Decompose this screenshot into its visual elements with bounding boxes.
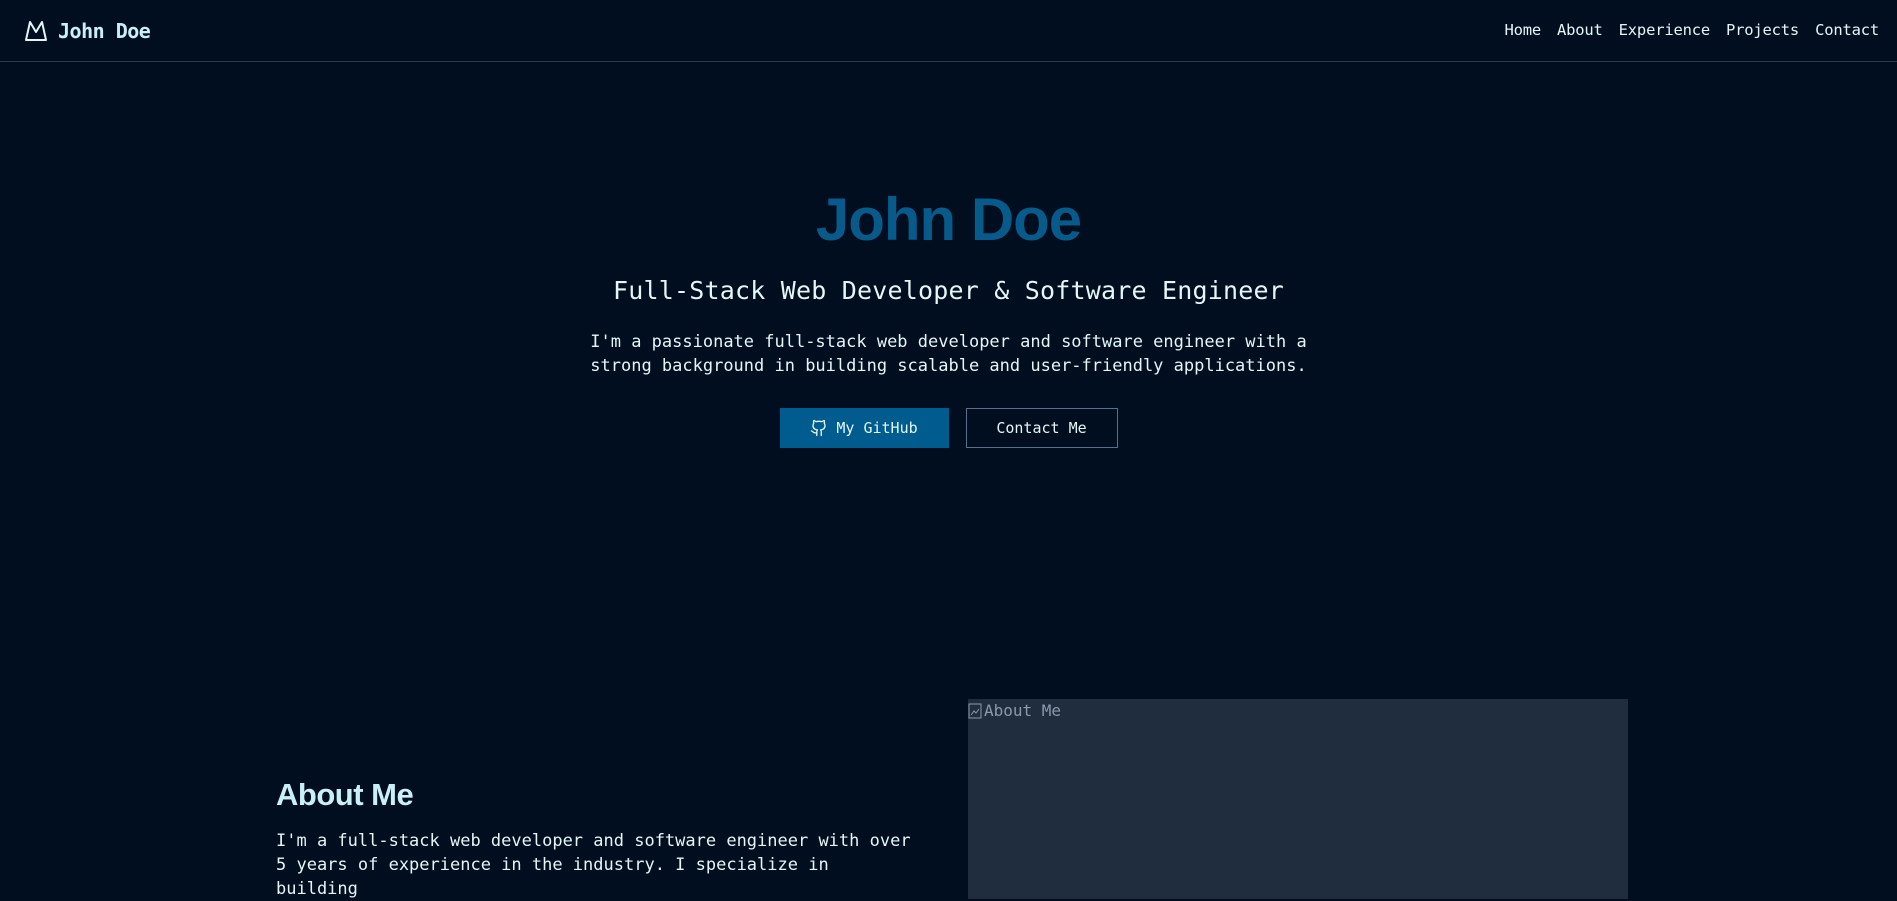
brand-name: John Doe bbox=[58, 19, 151, 43]
about-title: About Me bbox=[276, 777, 414, 812]
github-button-label: My GitHub bbox=[836, 419, 918, 437]
mountain-icon bbox=[25, 21, 47, 41]
github-button[interactable]: My GitHub bbox=[779, 408, 949, 448]
navbar: John Doe Home About Experience Projects … bbox=[0, 0, 1897, 62]
hero-buttons: My GitHub Contact Me bbox=[0, 408, 1897, 448]
nav-link-home[interactable]: Home bbox=[1504, 21, 1541, 39]
brand-link[interactable]: John Doe bbox=[24, 19, 151, 43]
about-image-alt-text: About Me bbox=[984, 701, 1062, 720]
contact-me-button-label: Contact Me bbox=[996, 419, 1087, 437]
main-nav: Home About Experience Projects Contact bbox=[1504, 21, 1879, 39]
github-icon bbox=[811, 419, 827, 437]
hero-subtitle: Full-Stack Web Developer & Software Engi… bbox=[612, 276, 1285, 305]
contact-me-button[interactable]: Contact Me bbox=[965, 408, 1118, 448]
nav-link-about[interactable]: About bbox=[1557, 21, 1603, 39]
hero-title: John Doe bbox=[815, 186, 1082, 253]
about-image: About Me bbox=[968, 699, 1628, 899]
hero-section: John Doe Full-Stack Web Developer & Soft… bbox=[0, 180, 1897, 448]
nav-link-projects[interactable]: Projects bbox=[1726, 21, 1799, 39]
nav-link-contact[interactable]: Contact bbox=[1815, 21, 1879, 39]
nav-link-experience[interactable]: Experience bbox=[1619, 21, 1711, 39]
broken-image-icon bbox=[968, 703, 982, 719]
about-image-alt: About Me bbox=[968, 699, 1061, 723]
about-text: I'm a full-stack web developer and softw… bbox=[276, 831, 911, 899]
hero-description: I'm a passionate full-stack web develope… bbox=[590, 332, 1307, 376]
